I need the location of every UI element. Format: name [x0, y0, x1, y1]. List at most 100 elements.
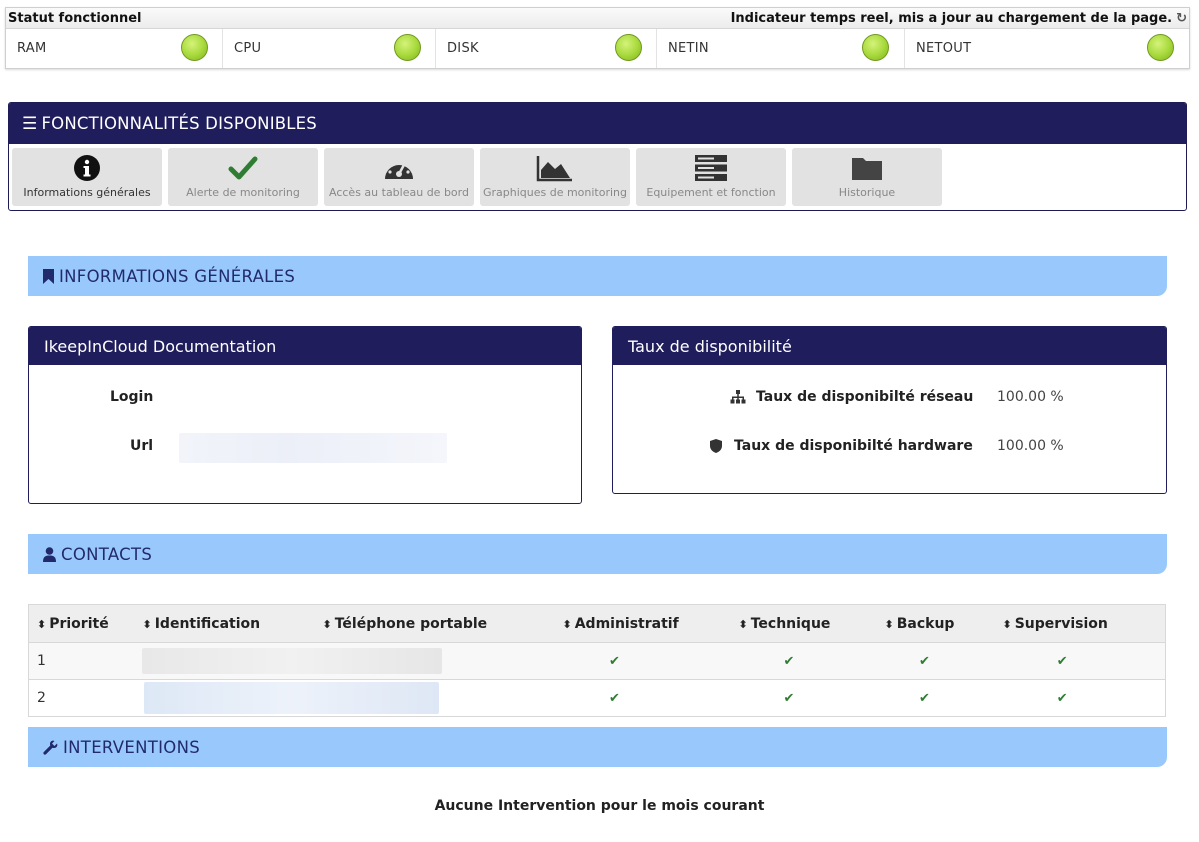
column-header-label: Téléphone portable [334, 615, 488, 632]
sort-icon: ⬍ [884, 617, 894, 631]
priority-cell: 1 [28, 642, 143, 680]
hardware-availability-label: Taux de disponibilté hardware [734, 438, 973, 454]
section-title: INFORMATIONS GÉNÉRALES [59, 266, 296, 286]
tile-label: Accès au tableau de bord [329, 186, 469, 199]
column-header-label: Backup [896, 615, 955, 632]
status-title: Statut fonctionnel [8, 10, 142, 26]
hardware-availability-value: 100.00 % [997, 438, 1064, 454]
no-intervention-message: Aucune Intervention pour le mois courant [434, 798, 765, 814]
info-circle-icon [74, 155, 100, 181]
column-header-label: Supervision [1014, 615, 1108, 632]
column-header-technique[interactable]: ⬍ Technique [738, 604, 885, 643]
section-contacts: CONTACTS [28, 534, 1167, 574]
tile-label: Equipement et fonction [646, 186, 776, 199]
check-icon: ✔ [919, 654, 930, 669]
column-header-administratif[interactable]: ⬍ Administratif [562, 604, 739, 643]
check-icon [228, 156, 258, 180]
status-ok-indicator [394, 34, 421, 61]
status-ok-indicator [615, 34, 642, 61]
network-availability-label: Taux de disponibilté réseau [756, 389, 974, 405]
features-header: ☰ FONCTIONNALITÉS DISPONIBLES [9, 103, 1186, 144]
status-ok-indicator [1147, 34, 1174, 61]
url-value-redacted [179, 433, 447, 463]
status-cell-disk: DISK [436, 29, 657, 68]
status-indicator-text: Indicateur temps reel, mis a jour au cha… [730, 10, 1173, 26]
tile-label: Informations générales [23, 186, 151, 199]
url-label: Url [130, 438, 154, 454]
tile-alerte-monitoring[interactable]: Alerte de monitoring [168, 148, 318, 206]
check-icon: ✔ [609, 654, 620, 669]
tile-informations-generales[interactable]: Informations générales [12, 148, 162, 206]
column-header-priorite[interactable]: ⬍ Priorité [28, 604, 143, 643]
check-icon: ✔ [1056, 654, 1068, 669]
check-icon: ✔ [783, 691, 795, 706]
features-title: FONCTIONNALITÉS DISPONIBLES [41, 114, 317, 133]
status-indicator: Indicateur temps reel, mis a jour au cha… [731, 11, 1187, 26]
section-interventions: INTERVENTIONS [28, 727, 1167, 767]
section-title: CONTACTS [61, 544, 153, 564]
dashboard-gauge-icon [385, 159, 413, 179]
sort-icon: ⬍ [738, 617, 748, 631]
features-tiles: Informations générales Alerte de monitor… [9, 144, 1186, 210]
sort-icon: ⬍ [142, 617, 152, 631]
area-chart-icon [536, 156, 572, 182]
section-informations-generales: INFORMATIONS GÉNÉRALES [28, 256, 1167, 296]
status-label: NETOUT [916, 41, 972, 56]
column-header-backup[interactable]: ⬍ Backup [884, 604, 1003, 643]
column-header-identification[interactable]: ⬍ Identification [142, 604, 323, 643]
availability-card-title: Taux de disponibilité [613, 327, 1166, 365]
sort-icon: ⬍ [1002, 617, 1012, 631]
status-label: RAM [17, 41, 47, 56]
user-icon [43, 546, 56, 562]
sort-icon: ⬍ [322, 617, 332, 631]
check-icon: ✔ [1056, 691, 1068, 706]
wrench-icon [43, 740, 58, 755]
priority-cell: 2 [28, 679, 143, 717]
identification-phone-redacted [142, 679, 563, 717]
table-header-row: ⬍ Priorité ⬍ Identification ⬍ Téléphone por… [28, 604, 1166, 643]
documentation-card: IkeepInCloud Documentation Login Url [28, 326, 582, 504]
technique-cell: ✔ [738, 679, 885, 717]
column-header-telephone[interactable]: ⬍ Téléphone portable [322, 604, 563, 643]
contacts-table: ⬍ Priorité ⬍ Identification ⬍ Téléphone por… [28, 604, 1166, 717]
availability-card: Taux de disponibilité Taux de disponibil… [612, 326, 1167, 494]
tile-label: Graphiques de monitoring [482, 186, 628, 199]
login-label: Login [110, 389, 154, 405]
tile-label: Alerte de monitoring [186, 186, 300, 199]
backup-cell: ✔ [884, 642, 1003, 680]
shield-icon [710, 439, 722, 457]
backup-cell: ✔ [884, 679, 1003, 717]
sort-icon: ⬍ [562, 617, 572, 631]
features-panel: ☰ FONCTIONNALITÉS DISPONIBLES Informatio… [8, 102, 1187, 211]
administratif-cell: ✔ [562, 642, 739, 680]
column-header-label: Identification [154, 615, 261, 632]
server-icon [695, 155, 727, 181]
status-label: DISK [447, 41, 479, 56]
sort-icon: ⬍ [37, 617, 47, 631]
documentation-card-title: IkeepInCloud Documentation [29, 327, 581, 365]
supervision-cell: ✔ [1002, 679, 1166, 717]
tile-label: Historique [838, 186, 896, 199]
status-ok-indicator [181, 34, 208, 61]
tile-historique[interactable]: Historique [792, 148, 942, 206]
technique-cell: ✔ [738, 642, 885, 680]
identification-phone-redacted [141, 642, 563, 680]
column-header-supervision[interactable]: ⬍ Supervision [1002, 604, 1166, 643]
status-cell-netout: NETOUT [905, 29, 1189, 68]
refresh-icon[interactable]: ↻ [1176, 11, 1187, 26]
column-header-label: Administratif [574, 615, 679, 632]
menu-bars-icon: ☰ [22, 113, 38, 134]
status-cell-ram: RAM [6, 29, 223, 68]
tile-equipement-fonction[interactable]: Equipement et fonction [636, 148, 786, 206]
column-header-label: Technique [750, 615, 831, 632]
sitemap-icon [730, 390, 746, 408]
column-header-label: Priorité [49, 615, 109, 632]
tile-tableau-de-bord[interactable]: Accès au tableau de bord [324, 148, 474, 206]
tile-graphiques-monitoring[interactable]: Graphiques de monitoring [480, 148, 630, 206]
supervision-cell: ✔ [1002, 642, 1166, 680]
status-cell-cpu: CPU [223, 29, 436, 68]
section-title: INTERVENTIONS [63, 737, 200, 757]
check-icon: ✔ [783, 654, 795, 669]
table-row: 2 ✔ ✔ ✔ ✔ [28, 679, 1166, 717]
check-icon: ✔ [919, 691, 930, 706]
